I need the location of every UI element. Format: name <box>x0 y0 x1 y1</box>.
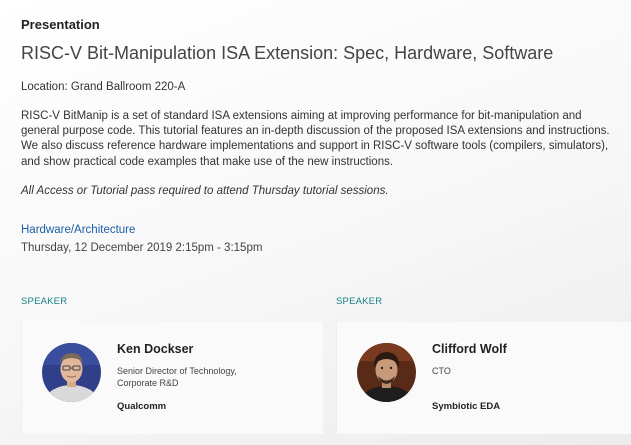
speaker-name-2[interactable]: Clifford Wolf <box>432 342 507 356</box>
speaker-photo-1[interactable] <box>42 343 101 402</box>
speaker-org-1: Qualcomm <box>117 401 167 412</box>
speaker-label-2: SPEAKER <box>336 296 383 307</box>
speaker-name-1[interactable]: Ken Dockser <box>117 342 193 356</box>
speaker-card-1[interactable]: Ken Dockser Senior Director of Technolog… <box>21 322 323 434</box>
person-photo-icon <box>357 343 416 402</box>
session-datetime: Thursday, 12 December 2019 2:15pm - 3:15… <box>21 242 263 254</box>
speaker-org-2: Symbiotic EDA <box>432 401 501 412</box>
speaker-role-1: Senior Director of Technology, Corporate… <box>117 366 237 388</box>
session-detail: Presentation RISC-V Bit-Manipulation ISA… <box>0 0 631 445</box>
session-title: RISC-V Bit-Manipulation ISA Extension: S… <box>21 43 554 63</box>
session-kind: Presentation <box>21 17 100 32</box>
session-location: Location: Grand Ballroom 220-A <box>21 81 186 93</box>
session-description: RISC-V BitManip is a set of standard ISA… <box>21 110 610 168</box>
speaker-role-2: CTO <box>432 366 451 376</box>
speaker-photo-2[interactable] <box>357 343 416 402</box>
access-note: All Access or Tutorial pass required to … <box>21 185 389 197</box>
speaker-label-1: SPEAKER <box>21 296 68 307</box>
speaker-card-2[interactable]: Clifford Wolf CTO Symbiotic EDA <box>336 322 631 434</box>
person-photo-icon <box>42 343 101 402</box>
track-link[interactable]: Hardware/Architecture <box>21 224 135 236</box>
